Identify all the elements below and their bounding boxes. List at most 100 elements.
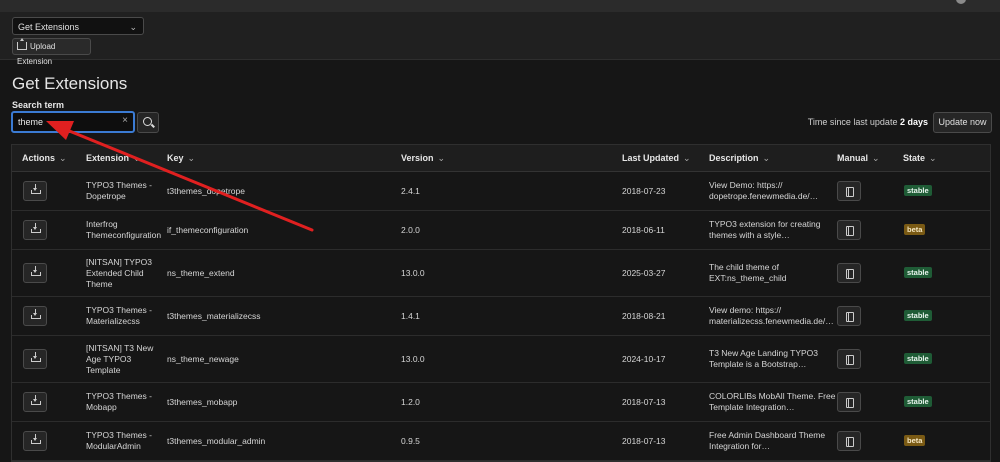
- user-avatar-icon[interactable]: [956, 0, 966, 4]
- chevron-down-icon: ⌄: [929, 153, 937, 163]
- col-description[interactable]: Description ⌄: [709, 153, 770, 164]
- clear-icon[interactable]: ×: [122, 115, 128, 126]
- col-manual[interactable]: Manual ⌄: [837, 153, 880, 164]
- select-value: Get Extensions: [18, 22, 80, 32]
- cell-description-line: View Demo: https://: [709, 180, 783, 190]
- search-button[interactable]: [137, 112, 159, 133]
- update-prefix: Time since last update: [807, 117, 898, 127]
- page-title: Get Extensions: [12, 74, 128, 93]
- cell-extension-line: TYPO3 Themes -: [86, 180, 152, 190]
- cell-extension-line: Interfrog: [86, 219, 118, 229]
- cell-description-line: Free Admin Dashboard Theme: [709, 430, 826, 440]
- cell-description-line: T3 New Age Landing TYPO3: [709, 348, 818, 358]
- download-button[interactable]: [23, 220, 47, 240]
- cell-extension-line: Mobapp: [86, 402, 117, 412]
- cell-version: 1.2.0: [401, 396, 420, 407]
- download-icon: [31, 266, 41, 276]
- cell-description-line: TYPO3 extension for creating: [709, 219, 821, 229]
- manual-button[interactable]: [837, 220, 861, 240]
- cell-description-line: Template is a Bootstrap…: [709, 359, 807, 369]
- search-icon: [143, 117, 152, 126]
- cell-key: ns_theme_extend: [167, 267, 235, 278]
- cell-extension: Interfrog Themeconfiguration: [86, 219, 161, 241]
- col-label: Key: [167, 153, 184, 163]
- upload-extension-button[interactable]: Upload Extension: [12, 38, 91, 66]
- download-button[interactable]: [23, 349, 47, 369]
- manual-button[interactable]: [837, 349, 861, 369]
- manual-button[interactable]: [837, 263, 861, 283]
- table-body: TYPO3 Themes - Dopetrope t3themes_dopetrop…: [12, 172, 990, 461]
- col-last-updated[interactable]: Last Updated ⌄: [622, 153, 691, 164]
- cell-description-line: COLORLIBs MobAll Theme. Free: [709, 391, 836, 401]
- cell-extension-line: Template: [86, 364, 121, 375]
- update-now-button[interactable]: Update now: [933, 112, 992, 133]
- col-label: Actions: [22, 153, 56, 163]
- module-action-select[interactable]: Get Extensions ⌄: [12, 17, 144, 35]
- download-button[interactable]: [23, 306, 47, 326]
- book-icon: [846, 437, 854, 447]
- col-label: Description: [709, 153, 759, 163]
- download-button[interactable]: [23, 431, 47, 451]
- download-icon: [31, 184, 41, 194]
- table-header: Actions ⌄ Extension ⌄ Key ⌄ Version ⌄ Last U…: [12, 145, 990, 172]
- cell-key: if_themeconfiguration: [167, 224, 249, 235]
- search-label: Search term: [12, 100, 65, 110]
- table-row: [NITSAN] TYPO3 Extended Child Theme ns_them…: [12, 250, 990, 297]
- chevron-down-icon: ⌄: [133, 153, 141, 163]
- download-button[interactable]: [23, 392, 47, 412]
- manual-button[interactable]: [837, 392, 861, 412]
- cell-last-updated: 2024-10-17: [622, 353, 666, 364]
- cell-description: The child theme of EXT:ns_theme_child: [709, 262, 787, 284]
- col-version[interactable]: Version ⌄: [401, 153, 445, 164]
- cell-description-line: EXT:ns_theme_child: [709, 273, 787, 283]
- manual-button[interactable]: [837, 306, 861, 326]
- cell-description: View demo: https://materializecss.fenewm…: [709, 305, 834, 327]
- state-badge: stable: [904, 396, 932, 407]
- cell-extension-line: Dopetrope: [86, 191, 126, 201]
- cell-version: 2.4.1: [401, 185, 420, 196]
- cell-key: t3themes_mobapp: [167, 396, 238, 407]
- book-icon: [846, 269, 854, 279]
- cell-extension: TYPO3 Themes - Materializecss: [86, 305, 152, 327]
- download-button[interactable]: [23, 181, 47, 201]
- book-icon: [846, 398, 854, 408]
- table-row: TYPO3 Themes - Materializecss t3themes_mat…: [12, 297, 990, 336]
- download-icon: [31, 309, 41, 319]
- download-icon: [31, 223, 41, 233]
- manual-button[interactable]: [837, 431, 861, 451]
- cell-extension: [NITSAN] TYPO3 Extended Child Theme: [86, 257, 152, 290]
- cell-description: View Demo: https://dopetrope.fenewmedia.…: [709, 180, 818, 202]
- cell-last-updated: 2018-08-21: [622, 310, 666, 321]
- cell-extension-line: Theme: [86, 278, 113, 289]
- search-input[interactable]: [18, 115, 113, 129]
- cell-extension-line: [NITSAN] T3 New: [86, 342, 154, 353]
- table-row: TYPO3 Themes - Dopetrope t3themes_dopetrop…: [12, 172, 990, 211]
- cell-extension: TYPO3 Themes - ModularAdmin: [86, 430, 152, 452]
- col-key[interactable]: Key ⌄: [167, 153, 195, 164]
- update-value: 2 days: [899, 117, 928, 127]
- col-state[interactable]: State ⌄: [903, 153, 937, 164]
- top-bar: [0, 0, 1000, 12]
- search-field[interactable]: ×: [11, 111, 135, 133]
- manual-button[interactable]: [837, 181, 861, 201]
- state-badge: beta: [904, 224, 926, 235]
- cell-description-line: View demo: https://: [709, 305, 782, 315]
- col-label: Extension: [86, 153, 130, 163]
- cell-key: ns_theme_newage: [167, 353, 239, 364]
- state-badge: stable: [904, 353, 932, 364]
- cell-extension: TYPO3 Themes - Mobapp: [86, 391, 152, 413]
- chevron-down-icon: ⌄: [437, 153, 446, 163]
- table-row: TYPO3 Themes - Mobapp t3themes_mobapp 1.2.0…: [12, 383, 990, 422]
- extensions-table: Actions ⌄ Extension ⌄ Key ⌄ Version ⌄ Last U…: [11, 144, 991, 462]
- cell-version: 13.0.0: [401, 353, 425, 364]
- col-actions[interactable]: Actions ⌄: [22, 153, 67, 164]
- cell-version: 2.0.0: [401, 224, 420, 235]
- col-extension[interactable]: Extension ⌄: [86, 153, 141, 164]
- state-badge: stable: [904, 185, 932, 196]
- download-button[interactable]: [23, 263, 47, 283]
- cell-description: T3 New Age Landing TYPO3 Template is a Bo…: [709, 348, 818, 370]
- cell-extension: [NITSAN] T3 New Age TYPO3 Template: [86, 343, 153, 376]
- cell-last-updated: 2018-07-13: [622, 435, 666, 446]
- table-row: Interfrog Themeconfiguration if_themeconfi…: [12, 211, 990, 250]
- cell-description: COLORLIBs MobAll Theme. Free Template Int…: [709, 391, 835, 413]
